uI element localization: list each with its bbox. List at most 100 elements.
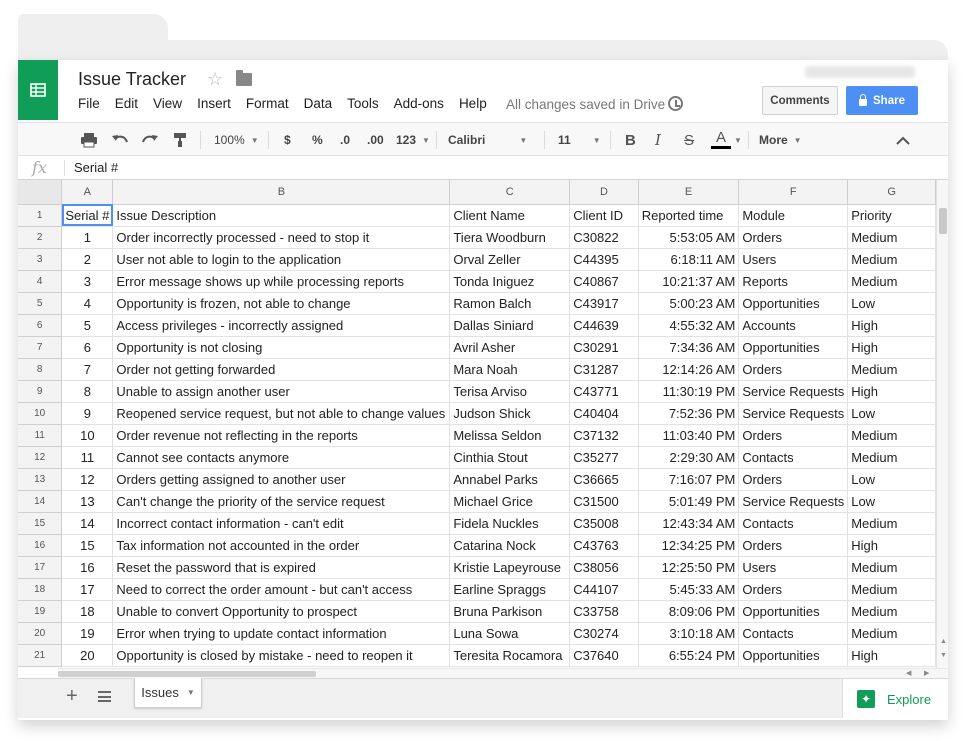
column-header[interactable]: D <box>570 180 639 204</box>
cell[interactable]: Cinthia Stout <box>450 446 570 468</box>
cell[interactable]: Kristie Lapeyrouse <box>450 556 570 578</box>
cell[interactable]: Order revenue not reflecting in the repo… <box>113 424 450 446</box>
cell[interactable]: Fidela Nuckles <box>450 512 570 534</box>
cell[interactable]: 7 <box>62 358 113 380</box>
cell[interactable]: Reports <box>739 270 848 292</box>
font-size-select[interactable]: 11▼ <box>558 123 601 157</box>
cell[interactable]: Medium <box>848 446 936 468</box>
cell[interactable]: High <box>848 336 936 358</box>
scroll-down-arrow-icon[interactable]: ▼ <box>940 652 947 659</box>
row-header[interactable]: 4 <box>18 270 62 292</box>
currency-format-button[interactable]: $ <box>284 123 291 157</box>
undo-icon[interactable] <box>111 123 129 157</box>
cell[interactable]: Unable to assign another user <box>113 380 450 402</box>
cell[interactable]: 11 <box>62 446 113 468</box>
row-header[interactable]: 20 <box>18 622 62 644</box>
row-header[interactable]: 3 <box>18 248 62 270</box>
cell[interactable]: Contacts <box>739 622 848 644</box>
cell[interactable]: Error when trying to update contact info… <box>113 622 450 644</box>
cell[interactable]: Orders getting assigned to another user <box>113 468 450 490</box>
cell[interactable]: Teresita Rocamora <box>450 644 570 666</box>
column-header[interactable]: F <box>739 180 848 204</box>
cell[interactable]: Medium <box>848 226 936 248</box>
cell[interactable]: Michael Grice <box>450 490 570 512</box>
cell[interactable]: Tax information not accounted in the ord… <box>113 534 450 556</box>
document-title[interactable]: Issue Tracker <box>78 69 186 90</box>
cell[interactable]: Ramon Balch <box>450 292 570 314</box>
zoom-select[interactable]: 100%▼ <box>214 123 259 157</box>
cell[interactable]: C38056 <box>570 556 639 578</box>
cell[interactable]: 10:21:37 AM <box>638 270 739 292</box>
cell[interactable]: 9 <box>62 402 113 424</box>
cell[interactable]: 11:30:19 PM <box>638 380 739 402</box>
share-button[interactable]: Share <box>846 86 918 115</box>
cell[interactable]: Incorrect contact information - can't ed… <box>113 512 450 534</box>
menu-data[interactable]: Data <box>304 96 333 111</box>
cell[interactable]: C35277 <box>570 446 639 468</box>
cell[interactable]: 18 <box>62 600 113 622</box>
cell[interactable]: 6:18:11 AM <box>638 248 739 270</box>
formula-input[interactable]: Serial # <box>74 160 118 175</box>
cell[interactable]: User not able to login to the applicatio… <box>113 248 450 270</box>
cell[interactable]: Medium <box>848 358 936 380</box>
cell[interactable]: 19 <box>62 622 113 644</box>
cell[interactable]: 4 <box>62 292 113 314</box>
cell[interactable]: 12:43:34 AM <box>638 512 739 534</box>
cell[interactable]: C31500 <box>570 490 639 512</box>
cell[interactable]: Unable to convert Opportunity to prospec… <box>113 600 450 622</box>
collapse-toolbar-chevron-up-icon[interactable] <box>896 123 910 157</box>
cell[interactable]: Luna Sowa <box>450 622 570 644</box>
cell[interactable]: Orders <box>739 424 848 446</box>
cell[interactable]: Contacts <box>739 512 848 534</box>
cell[interactable]: 1 <box>62 226 113 248</box>
vertical-scrollbar[interactable]: ▲ ▼ <box>936 180 948 668</box>
star-icon[interactable]: ☆ <box>207 69 223 90</box>
cell[interactable]: 16 <box>62 556 113 578</box>
add-sheet-plus-icon[interactable]: + <box>66 685 78 708</box>
cell[interactable]: Service Requests <box>739 490 848 512</box>
row-header[interactable]: 7 <box>18 336 62 358</box>
menu-help[interactable]: Help <box>459 96 487 111</box>
cell[interactable]: C40404 <box>570 402 639 424</box>
cell[interactable]: Catarina Nock <box>450 534 570 556</box>
row-header[interactable]: 8 <box>18 358 62 380</box>
cell[interactable]: Access privileges - incorrectly assigned <box>113 314 450 336</box>
sheet-tab-issues[interactable]: Issues ▼ <box>134 678 202 708</box>
account-email-blurred[interactable] <box>805 66 915 78</box>
increase-decimal-button[interactable]: .00 <box>367 123 384 157</box>
cell[interactable]: 2 <box>62 248 113 270</box>
cell[interactable]: Medium <box>848 424 936 446</box>
row-header[interactable]: 12 <box>18 446 62 468</box>
cell[interactable]: Users <box>739 248 848 270</box>
save-status[interactable]: All changes saved in Drive <box>506 97 665 112</box>
redo-icon[interactable] <box>141 123 159 157</box>
cell[interactable]: Bruna Parkison <box>450 600 570 622</box>
cell[interactable]: High <box>848 644 936 666</box>
menu-edit[interactable]: Edit <box>115 96 138 111</box>
cell[interactable]: C30291 <box>570 336 639 358</box>
menu-addons[interactable]: Add-ons <box>394 96 444 111</box>
bold-button[interactable]: B <box>625 123 636 157</box>
horizontal-scroll-thumb[interactable] <box>58 671 316 677</box>
cell[interactable]: Reopened service request, but not able t… <box>113 402 450 424</box>
cell[interactable]: High <box>848 380 936 402</box>
cell[interactable]: Medium <box>848 578 936 600</box>
chevron-down-icon[interactable]: ▼ <box>734 123 742 157</box>
scroll-left-arrow-icon[interactable]: ◀ <box>906 669 911 677</box>
cell[interactable]: 3 <box>62 270 113 292</box>
cell[interactable]: Priority <box>848 204 936 226</box>
cell[interactable]: 4:55:32 AM <box>638 314 739 336</box>
cell[interactable]: Low <box>848 402 936 424</box>
cell[interactable]: Orders <box>739 358 848 380</box>
cell[interactable]: Service Requests <box>739 402 848 424</box>
cell[interactable]: Medium <box>848 556 936 578</box>
cell[interactable]: Error message shows up while processing … <box>113 270 450 292</box>
cell[interactable]: 5:45:33 AM <box>638 578 739 600</box>
column-header[interactable]: A <box>62 180 113 204</box>
cell[interactable]: Annabel Parks <box>450 468 570 490</box>
cell[interactable]: 6 <box>62 336 113 358</box>
cell[interactable]: 7:16:07 PM <box>638 468 739 490</box>
row-header[interactable]: 1 <box>18 204 62 226</box>
history-icon[interactable] <box>668 96 683 111</box>
menu-insert[interactable]: Insert <box>197 96 231 111</box>
